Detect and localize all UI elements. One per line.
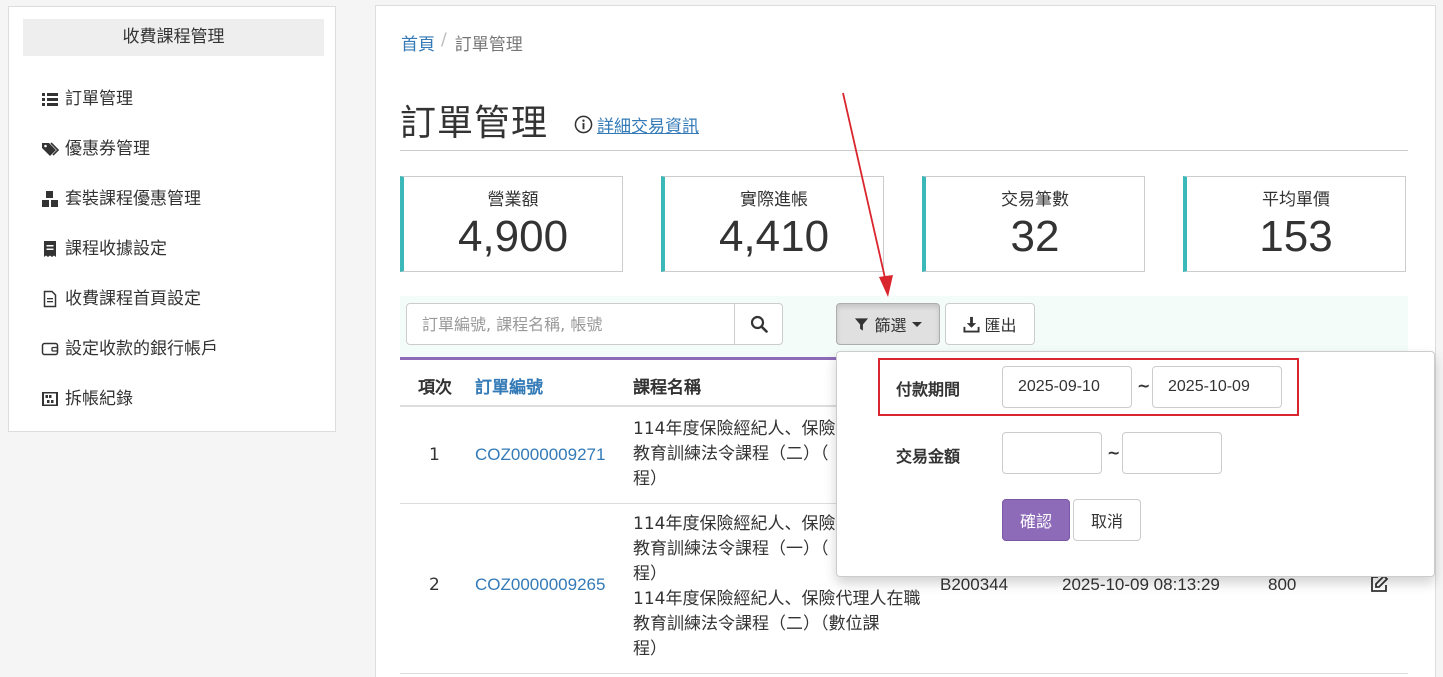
- sidebar-item-homepage[interactable]: 收費課程首頁設定: [41, 286, 201, 312]
- stat-revenue: 營業額 4,900: [400, 176, 623, 272]
- amount-label: 交易金額: [896, 447, 961, 466]
- filter-dropdown: 付款期間 ~ 交易金額 ~ 確認 取消: [836, 351, 1435, 577]
- sidebar-item-orders[interactable]: 訂單管理: [41, 86, 133, 112]
- row-index: 2: [429, 575, 440, 595]
- boxes-icon: [42, 191, 58, 207]
- sidebar-item-label: 設定收款的銀行帳戶: [65, 339, 218, 359]
- edit-icon: [1371, 574, 1389, 592]
- range-separator: ~: [1137, 376, 1151, 395]
- row-datetime: 2025-10-09 08:13:29: [1062, 575, 1220, 594]
- detail-link-label: 詳細交易資訊: [597, 117, 699, 137]
- filter-label: 篩選: [874, 316, 907, 335]
- search-button[interactable]: [734, 303, 783, 345]
- cancel-button[interactable]: 取消: [1073, 499, 1141, 541]
- stat-label: 實際進帳: [740, 190, 808, 210]
- sidebar-item-bundles[interactable]: 套裝課程優惠管理: [41, 186, 201, 212]
- sidebar-item-label: 課程收據設定: [65, 239, 167, 259]
- search-icon: [750, 315, 768, 333]
- sidebar-item-bank[interactable]: 設定收款的銀行帳戶: [41, 336, 218, 362]
- stat-value: 32: [1010, 212, 1060, 261]
- confirm-button[interactable]: 確認: [1002, 499, 1070, 541]
- abacus-icon: [42, 392, 58, 406]
- export-label: 匯出: [984, 316, 1017, 335]
- sidebar-item-coupons[interactable]: 優惠券管理: [41, 136, 150, 162]
- sidebar-item-label: 優惠券管理: [65, 139, 150, 159]
- period-start-input[interactable]: [1002, 366, 1132, 408]
- stat-transactions: 交易筆數 32: [922, 176, 1145, 272]
- order-id-link[interactable]: COZ0000009271: [475, 445, 605, 465]
- wallet-icon: [41, 342, 59, 356]
- edit-button[interactable]: [1369, 574, 1389, 599]
- file-icon: [43, 290, 57, 308]
- sidebar-item-label: 拆帳紀錄: [65, 389, 133, 409]
- breadcrumb-home[interactable]: 首頁: [401, 30, 435, 55]
- sidebar-item-receipt[interactable]: 課程收據設定: [41, 236, 167, 262]
- sidebar-item-label: 訂單管理: [65, 89, 133, 109]
- breadcrumb-separator: /: [441, 30, 447, 50]
- list-icon: [42, 93, 58, 106]
- sidebar-item-label: 套裝課程優惠管理: [65, 189, 201, 209]
- detail-transaction-link[interactable]: 詳細交易資訊: [574, 112, 699, 137]
- page-title: 訂單管理: [400, 103, 549, 144]
- header-course: 課程名稱: [633, 378, 701, 398]
- tags-icon: [42, 142, 59, 156]
- payment-period-label: 付款期間: [896, 380, 961, 399]
- range-separator: ~: [1107, 443, 1121, 462]
- stat-value: 153: [1259, 212, 1333, 261]
- period-end-input[interactable]: [1152, 366, 1282, 408]
- sidebar-item-label: 收費課程首頁設定: [65, 289, 201, 309]
- export-button[interactable]: 匯出: [945, 303, 1035, 345]
- breadcrumb-current: 訂單管理: [454, 35, 523, 55]
- row-account: B200344: [940, 575, 1009, 594]
- stat-label: 平均單價: [1262, 190, 1330, 210]
- filter-icon: [855, 317, 869, 331]
- stat-income: 實際進帳 4,410: [661, 176, 884, 272]
- row-amount: 800: [1268, 575, 1297, 594]
- stat-average: 平均單價 153: [1183, 176, 1406, 272]
- toolbar: 篩選 匯出: [400, 296, 1408, 358]
- breadcrumb: 首頁 / 訂單管理: [401, 30, 523, 55]
- sidebar: 收費課程管理 訂單管理 優惠券管理 套裝課程優惠管理 課程收據設定 收費課程首頁…: [8, 6, 336, 432]
- title-divider: [400, 150, 1408, 151]
- course-line: 114年度保險經紀人、保險代理人在職: [633, 589, 921, 609]
- caret-down-icon: [911, 321, 922, 327]
- order-id-link[interactable]: COZ0000009265: [475, 575, 605, 595]
- amount-max-input[interactable]: [1122, 432, 1222, 474]
- amount-min-input[interactable]: [1002, 432, 1102, 474]
- course-line: 程）: [633, 639, 667, 659]
- filter-button[interactable]: 篩選: [836, 303, 940, 345]
- header-order-id[interactable]: 訂單編號: [475, 373, 543, 398]
- stat-value: 4,410: [718, 212, 830, 261]
- row-index: 1: [429, 445, 440, 465]
- info-icon: [574, 115, 593, 134]
- course-line: 教育訓練法令課程（二）（數位課: [633, 614, 880, 634]
- search-input[interactable]: [406, 303, 735, 345]
- sidebar-item-split[interactable]: 拆帳紀錄: [41, 386, 133, 412]
- download-icon: [963, 316, 981, 333]
- stat-label: 營業額: [487, 190, 539, 210]
- stat-value: 4,900: [457, 212, 569, 261]
- sidebar-title: 收費課程管理: [23, 19, 324, 56]
- stat-label: 交易筆數: [1001, 190, 1069, 210]
- header-index: 項次: [418, 378, 452, 398]
- receipt-icon: [44, 241, 56, 257]
